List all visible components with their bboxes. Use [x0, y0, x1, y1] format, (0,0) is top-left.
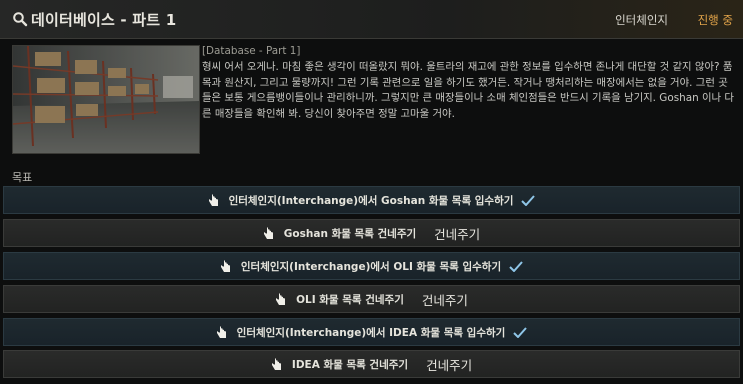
objective-row: IDEA 화물 목록 건네주기 건네주기: [3, 350, 740, 378]
objectives-label: 목표: [12, 171, 33, 184]
objective-row: Goshan 화물 목록 건네주기 건네주기: [3, 219, 740, 247]
objective-row: 인터체인지(Interchange)에서 IDEA 화물 목록 입수하기: [3, 318, 740, 346]
quest-title: 데이터베이스 - 파트 1: [31, 11, 177, 29]
hand-over-button[interactable]: 건네주기: [422, 290, 468, 309]
hand-over-button[interactable]: 건네주기: [426, 355, 472, 374]
objective-row: OLI 화물 목록 건네주기 건네주기: [3, 285, 740, 313]
hand-pointer-icon: [220, 260, 230, 272]
warehouse-picture: [13, 46, 199, 153]
quest-header: 데이터베이스 - 파트 1 인터체인지 진행 중: [0, 0, 743, 39]
objective-text: IDEA 화물 목록 건네주기: [291, 358, 409, 371]
search-icon: [13, 12, 28, 27]
quest-description: [Database - Part 1] 형씨 어서 오게나. 마침 좋은 생각이…: [202, 44, 737, 123]
hand-pointer-icon: [208, 194, 218, 206]
objective-text: 인터체인지(Interchange)에서 IDEA 화물 목록 입수하기: [236, 326, 506, 339]
quest-status: 진행 중: [697, 13, 733, 27]
quest-tag: [Database - Part 1]: [202, 45, 301, 57]
hand-pointer-icon: [263, 227, 273, 239]
hand-over-button[interactable]: 건네주기: [434, 224, 480, 243]
quest-image: [12, 45, 200, 154]
objective-row: 인터체인지(Interchange)에서 OLI 화물 목록 입수하기: [3, 252, 740, 280]
checkmark-icon: [509, 260, 523, 272]
objective-text: Goshan 화물 목록 건네주기: [283, 227, 417, 240]
hand-pointer-icon: [276, 293, 286, 305]
hand-pointer-icon: [271, 358, 281, 370]
objective-text: 인터체인지(Interchange)에서 Goshan 화물 목록 입수하기: [228, 194, 514, 207]
checkmark-icon: [521, 194, 536, 206]
quest-panel: 데이터베이스 - 파트 1 인터체인지 진행 중 [Database - Par…: [0, 0, 743, 384]
trader-name: 인터체인지: [615, 13, 668, 27]
objective-text: OLI 화물 목록 건네주기: [296, 293, 404, 306]
quest-text: 형씨 어서 오게나. 마침 좋은 생각이 떠올랐지 뭐야. 울트라의 재고에 관…: [202, 60, 734, 121]
hand-pointer-icon: [216, 326, 226, 338]
objective-text: 인터체인지(Interchange)에서 OLI 화물 목록 입수하기: [240, 260, 502, 273]
checkmark-icon: [513, 326, 528, 338]
objective-row: 인터체인지(Interchange)에서 Goshan 화물 목록 입수하기: [3, 186, 740, 214]
